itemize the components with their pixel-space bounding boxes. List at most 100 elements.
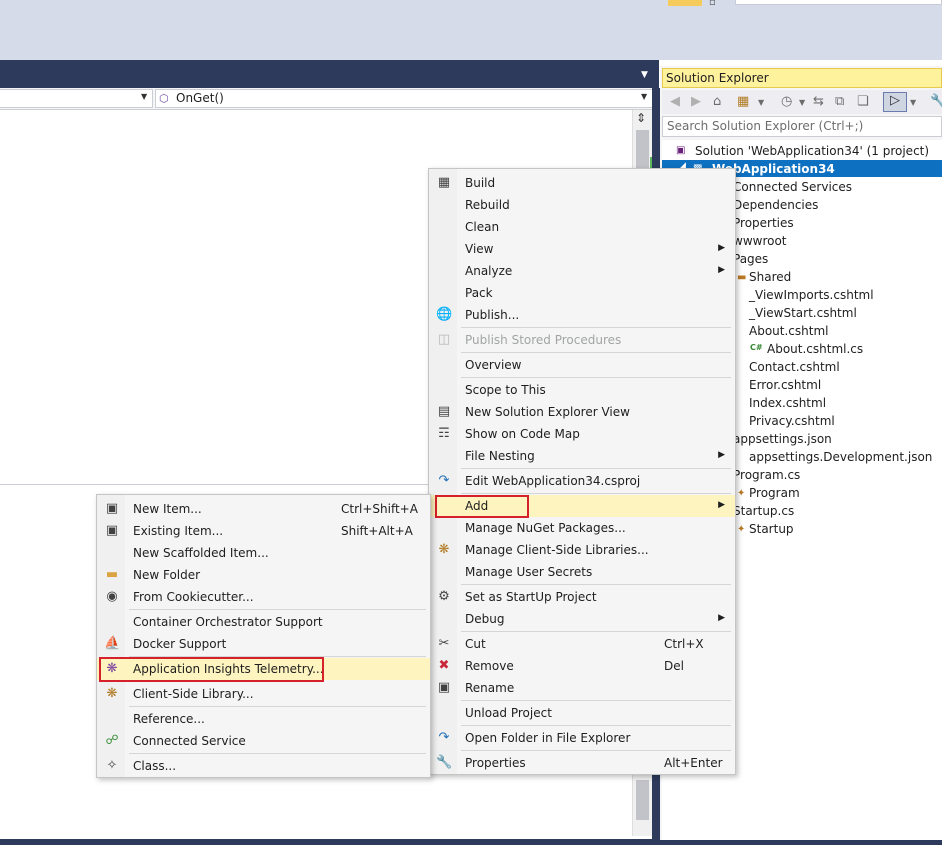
cookiecutter-icon: ◉: [106, 589, 118, 604]
menu-separator: [461, 750, 731, 751]
pending-changes-icon[interactable]: ◷: [781, 94, 792, 109]
tree-item-solution[interactable]: Solution 'WebApplication34' (1 project): [695, 144, 929, 158]
menu-item-manage-nuget[interactable]: Manage NuGet Packages...: [429, 517, 735, 539]
sync-icon[interactable]: ⇆: [813, 94, 824, 109]
menu-item-docker-support[interactable]: ⛵ Docker Support: [97, 633, 430, 655]
menu-item-set-startup[interactable]: ⚙ Set as StartUp Project: [429, 586, 735, 608]
tree-item-startup-cs[interactable]: Startup.cs: [733, 504, 794, 518]
scrollbar-thumb[interactable]: [636, 780, 649, 820]
menu-item-rebuild[interactable]: Rebuild: [429, 194, 735, 216]
tree-item-program-cs[interactable]: Program.cs: [733, 468, 800, 482]
menu-item-new-item[interactable]: ▣ New Item... Ctrl+Shift+A: [97, 498, 430, 520]
tree-item-appsettings-dev[interactable]: appsettings.Development.json: [749, 450, 932, 464]
menu-item-new-folder[interactable]: ▬ New Folder: [97, 564, 430, 586]
menu-item-cut[interactable]: ✂ Cut Ctrl+X: [429, 633, 735, 655]
tree-item-about-cs[interactable]: About.cshtml.cs: [767, 342, 863, 356]
add-highlight-box: [435, 495, 529, 518]
new-item-icon: ▣: [105, 501, 119, 516]
menu-item-new-scaffolded-item[interactable]: New Scaffolded Item...: [97, 542, 430, 564]
scissors-icon: ✂: [438, 636, 450, 651]
menu-separator: [461, 352, 731, 353]
menu-item-clean[interactable]: Clean: [429, 216, 735, 238]
menu-item-client-side-library[interactable]: ❋ Client-Side Library...: [97, 683, 430, 705]
tree-item-appsettings[interactable]: appsettings.json: [733, 432, 832, 446]
tree-item-shared[interactable]: Shared: [749, 270, 791, 284]
menu-item-existing-item[interactable]: ▣ Existing Item... Shift+Alt+A: [97, 520, 430, 542]
forward-icon[interactable]: ▶: [691, 94, 701, 109]
menu-item-rename[interactable]: ▣ Rename: [429, 677, 735, 699]
tree-item-startup-class[interactable]: Startup: [749, 522, 794, 536]
tab-dropdown-icon[interactable]: ▼: [641, 70, 653, 80]
menu-item-from-cookiecutter[interactable]: ◉ From Cookiecutter...: [97, 586, 430, 608]
tree-item-dependencies[interactable]: Dependencies: [733, 198, 818, 212]
globe-publish-icon: 🌐: [436, 307, 453, 322]
connected-service-icon: ☍: [105, 733, 119, 748]
home-icon[interactable]: ⌂: [713, 94, 721, 109]
menu-separator: [461, 327, 731, 328]
tree-item-privacy[interactable]: Privacy.cshtml: [749, 414, 835, 428]
existing-item-icon: ▣: [105, 523, 119, 538]
tree-item-error[interactable]: Error.cshtml: [749, 378, 821, 392]
chevron-down-icon[interactable]: ▼: [141, 92, 147, 101]
member-dropdown-value: OnGet(): [176, 91, 224, 105]
chevron-down-icon[interactable]: ▼: [799, 98, 805, 107]
tree-item-pages[interactable]: Pages: [733, 252, 768, 266]
quick-launch-input[interactable]: [735, 0, 942, 5]
chevron-down-icon[interactable]: ▼: [641, 92, 647, 101]
csharp-file-icon: C#: [750, 343, 763, 352]
show-all-files-icon[interactable]: ❏: [857, 94, 869, 109]
notification-badge[interactable]: [668, 0, 702, 6]
menu-item-unload-project[interactable]: Unload Project: [429, 702, 735, 724]
submenu-arrow-icon: ▶: [718, 500, 725, 510]
feedback-icon[interactable]: ▫: [709, 0, 721, 8]
menu-item-open-folder[interactable]: ↷ Open Folder in File Explorer: [429, 727, 735, 749]
menu-item-view[interactable]: View ▶: [429, 238, 735, 260]
menu-item-pack[interactable]: Pack: [429, 282, 735, 304]
menu-item-reference[interactable]: Reference...: [97, 708, 430, 730]
menu-separator: [461, 700, 731, 701]
class-add-icon: ✧: [106, 758, 118, 773]
submenu-arrow-icon: ▶: [718, 613, 725, 623]
menu-item-new-solution-explorer-view[interactable]: ▤ New Solution Explorer View: [429, 401, 735, 423]
menu-item-properties[interactable]: 🔧 Properties Alt+Enter: [429, 752, 735, 774]
app-insights-highlight-box: [99, 657, 324, 682]
member-dropdown[interactable]: [155, 89, 653, 108]
tree-item-viewimports[interactable]: _ViewImports.cshtml: [749, 288, 874, 302]
tree-item-program-class[interactable]: Program: [749, 486, 800, 500]
chevron-down-icon[interactable]: ▼: [758, 98, 764, 107]
menu-item-scope-to-this[interactable]: Scope to This: [429, 379, 735, 401]
menu-item-overview[interactable]: Overview: [429, 354, 735, 376]
collapse-all-icon[interactable]: ⧉: [835, 94, 844, 109]
menu-item-connected-service[interactable]: ☍ Connected Service: [97, 730, 430, 752]
tree-item-index[interactable]: Index.cshtml: [749, 396, 826, 410]
menu-item-class[interactable]: ✧ Class...: [97, 755, 430, 777]
menu-item-manage-user-secrets[interactable]: Manage User Secrets: [429, 561, 735, 583]
switch-views-icon[interactable]: ▦: [737, 94, 749, 109]
folder-icon: ▬: [737, 272, 747, 283]
menu-item-analyze[interactable]: Analyze ▶: [429, 260, 735, 282]
split-window-icon[interactable]: ⇕: [636, 111, 646, 125]
tree-item-wwwroot[interactable]: wwwroot: [733, 234, 787, 248]
tree-item-contact[interactable]: Contact.cshtml: [749, 360, 840, 374]
menu-item-file-nesting[interactable]: File Nesting ▶: [429, 445, 735, 467]
menu-item-container-orchestrator[interactable]: Container Orchestrator Support: [97, 611, 430, 633]
menu-item-remove[interactable]: ✖ Remove Del: [429, 655, 735, 677]
preview-selected-icon[interactable]: ▷: [883, 92, 907, 112]
menu-item-debug[interactable]: Debug ▶: [429, 608, 735, 630]
back-icon[interactable]: ◀: [670, 94, 680, 109]
new-view-icon: ▤: [437, 404, 451, 419]
properties-wrench-icon[interactable]: 🔧: [930, 94, 942, 109]
menu-item-publish[interactable]: 🌐 Publish...: [429, 304, 735, 326]
menu-item-build[interactable]: ▦ Build: [429, 172, 735, 194]
chevron-down-icon[interactable]: ▼: [910, 98, 916, 107]
menu-separator: [461, 377, 731, 378]
menu-item-manage-client-libs[interactable]: ❋ Manage Client-Side Libraries...: [429, 539, 735, 561]
type-dropdown[interactable]: [0, 89, 153, 108]
menu-item-edit-csproj[interactable]: ↷ Edit WebApplication34.csproj: [429, 470, 735, 492]
tree-item-properties[interactable]: Properties: [733, 216, 794, 230]
tree-item-viewstart[interactable]: _ViewStart.cshtml: [749, 306, 857, 320]
menu-item-show-on-code-map[interactable]: ☶ Show on Code Map: [429, 423, 735, 445]
tree-item-about[interactable]: About.cshtml: [749, 324, 828, 338]
menu-separator: [461, 584, 731, 585]
tree-item-connected-services[interactable]: Connected Services: [733, 180, 852, 194]
